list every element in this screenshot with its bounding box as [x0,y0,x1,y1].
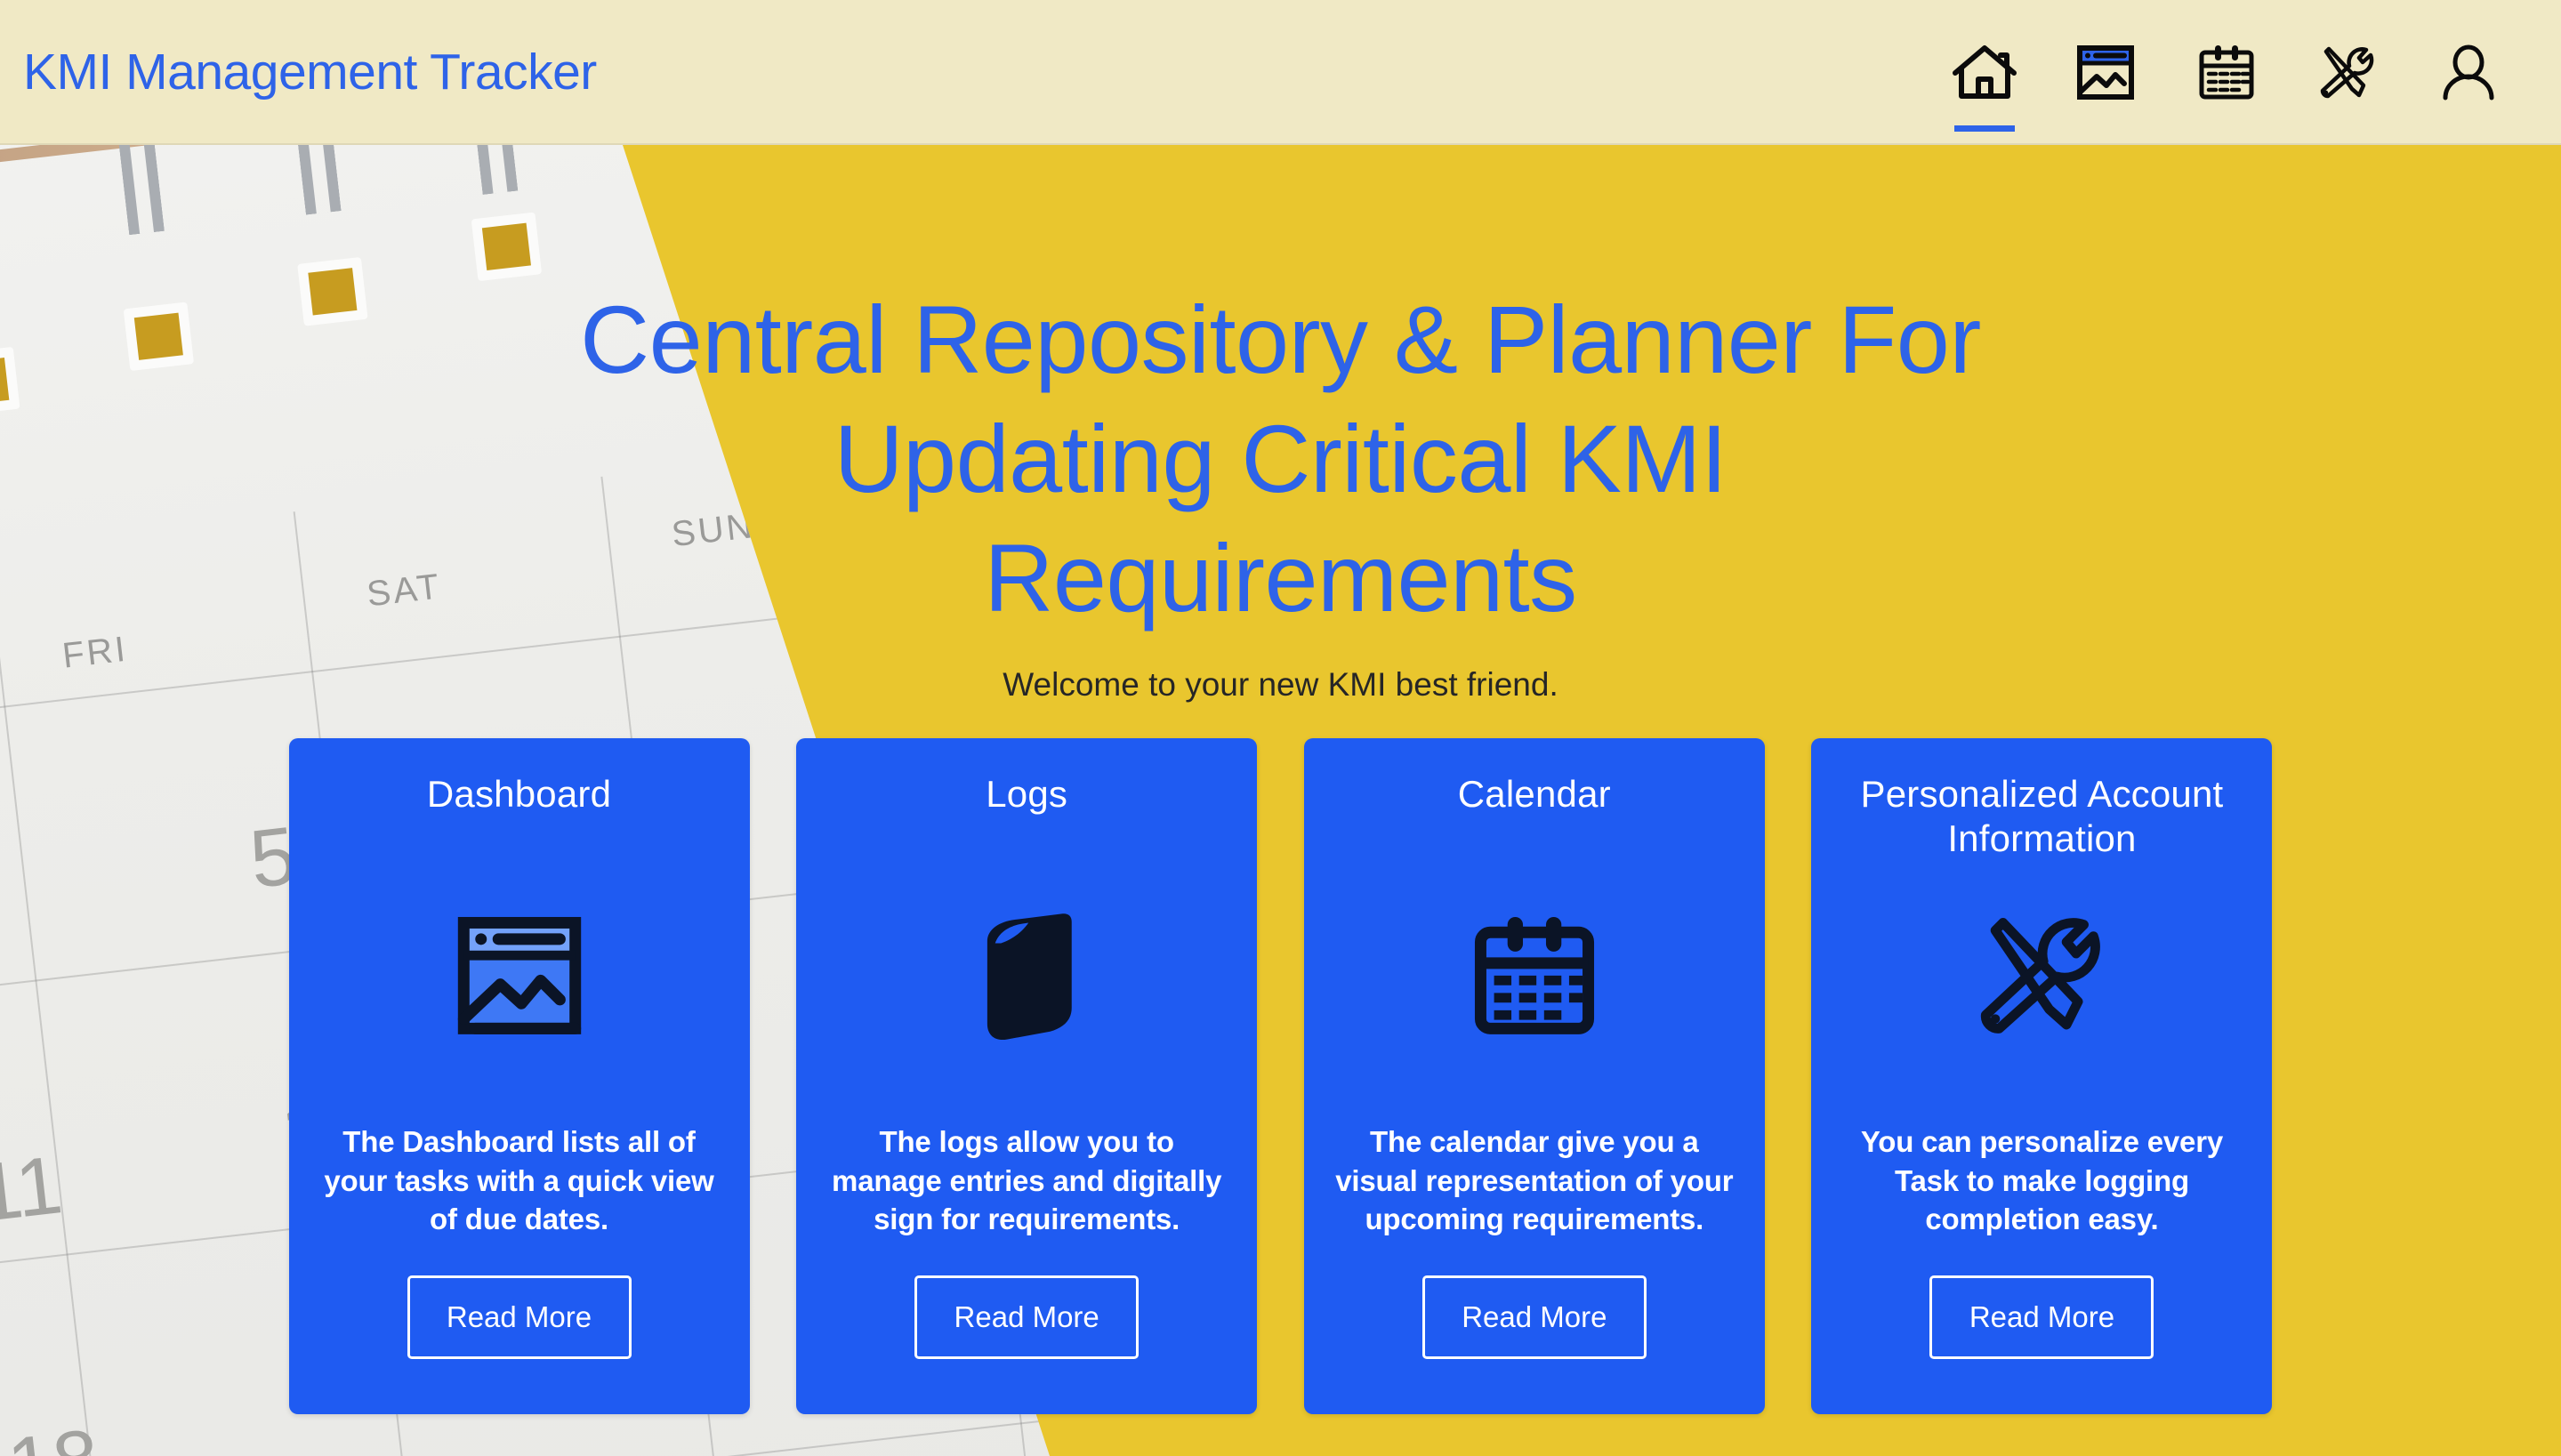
spiral-coil [644,145,696,175]
feature-card-dashboard[interactable]: Dashboard The Dashboard lists all of you… [288,738,750,1414]
page-title-line-3: Requirements [984,523,1577,631]
card-description: You can personalize every Task to make l… [1860,1125,2223,1236]
card-icon-wrap [1463,888,1606,1066]
tools-icon [1981,918,2101,1034]
nav-item-tools[interactable] [2305,30,2390,116]
dashboard-image-icon [457,916,581,1034]
card-description: The logs allow you to manage entries and… [832,1125,1222,1236]
app-title: KMI Management Tracker [23,44,597,101]
active-nav-underline [1954,125,2015,132]
calendar-day-label: SAT [365,567,444,615]
card-title: Dashboard [426,773,612,815]
card-title: Personalized Account Information [1860,773,2224,859]
read-more-button[interactable]: Read More [914,1275,1140,1359]
card-description: The calendar give you a visual represent… [1335,1125,1734,1236]
book-icon [987,913,1072,1041]
card-title: Calendar [1457,773,1611,815]
nav-item-dashboard[interactable] [2063,30,2148,116]
app-header: KMI Management Tracker [0,0,2561,145]
feature-card-logs[interactable]: Logs The logs allow you to manage entrie… [796,738,1258,1414]
person-icon [2443,44,2494,100]
main-navigation [1942,30,2520,132]
nav-item-calendar[interactable] [2184,30,2269,116]
punch-hole [645,169,716,238]
card-icon-wrap [1970,888,2113,1066]
calendar-icon [1474,916,1594,1034]
calendar-day-label: FRI [60,629,130,676]
card-icon-wrap [973,888,1080,1066]
feature-card-calendar[interactable]: Calendar The calendar give you a visual … [1303,738,1765,1414]
spiral-coil [821,145,872,155]
card-icon-wrap [448,888,591,1066]
tools-icon [2320,46,2374,98]
read-more-button[interactable]: Read More [407,1275,632,1359]
feature-card-account[interactable]: Personalized Account Information You can… [1811,738,2273,1414]
card-description: The Dashboard lists all of your tasks wi… [324,1125,714,1236]
calendar-icon [2199,44,2254,99]
punch-hole [819,145,890,196]
nav-item-home[interactable] [1942,30,2027,132]
read-more-button[interactable]: Read More [1421,1275,1647,1359]
feature-card-list: Dashboard The Dashboard lists all of you… [288,738,2273,1414]
calendar-day-number: 11 [0,1139,67,1240]
page-root: FRI SAT SUN 4 5 6 7 11 12 18 25 KMI Mana… [0,0,2561,1456]
nav-item-account[interactable] [2426,30,2511,116]
home-icon [1953,44,2017,99]
card-title: Logs [986,773,1068,815]
page-title-line-1: Central Repository & Planner For [580,286,1981,393]
read-more-button[interactable]: Read More [1929,1275,2154,1359]
page-title-line-2: Updating Critical KMI [834,404,1727,512]
dashboard-icon [2077,44,2134,100]
